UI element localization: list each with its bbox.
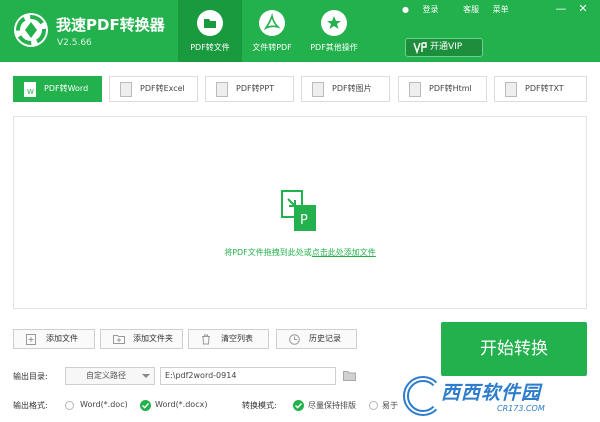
add-file-icon — [26, 334, 36, 345]
ppt-file-icon — [216, 82, 228, 97]
watermark: 西西软件园 CR173.COM — [397, 376, 593, 420]
clock-icon — [289, 334, 300, 345]
history-button[interactable]: 历史记录 — [276, 329, 357, 349]
image-file-icon — [312, 82, 324, 97]
mode-edit-radio[interactable] — [369, 401, 378, 410]
app-logo-icon — [14, 13, 48, 47]
format-tab-label: PDF转图片 — [332, 84, 372, 93]
format-tab-label: PDF转TXT — [525, 84, 564, 93]
excel-file-icon — [120, 82, 132, 97]
close-button[interactable]: ✕ — [576, 3, 590, 15]
clear-list-label: 清空列表 — [221, 334, 253, 343]
folder-icon — [197, 10, 223, 36]
format-tab-label: PDF转Html — [429, 84, 472, 93]
word-file-icon: W — [24, 82, 36, 97]
format-tab-ppt[interactable]: PDF转PPT — [205, 76, 294, 102]
format-tab-label: PDF转Word — [44, 84, 89, 93]
start-convert-button[interactable]: 开始转换 — [441, 322, 587, 376]
output-path-input[interactable]: E:\pdf2word-0914 — [160, 367, 336, 385]
add-folder-button[interactable]: 添加文件夹 — [100, 329, 183, 349]
login-link[interactable]: ● 登录 — [402, 4, 450, 15]
mode-edit-label: 易于 — [382, 401, 398, 410]
output-dir-label: 输出目录: — [13, 372, 48, 381]
chevron-down-icon — [142, 374, 150, 378]
tab-label: PDF其他操作 — [310, 43, 358, 52]
format-tab-label: PDF转PPT — [236, 84, 275, 93]
app-title: 我速PDF转换器 — [56, 16, 165, 34]
format-doc-label: Word(*.doc) — [80, 400, 128, 409]
clear-list-button[interactable]: 清空列表 — [188, 329, 269, 349]
format-tab-label: PDF转Excel — [140, 84, 185, 93]
add-file-link[interactable]: 点击此处添加文件 — [312, 248, 376, 257]
check-icon — [142, 403, 150, 409]
add-file-label: 添加文件 — [46, 334, 78, 343]
file-drop-area[interactable]: P 将PDF文件拖拽到此处或点击此处添加文件 — [13, 116, 587, 309]
drop-hint-text: 将PDF文件拖拽到此处或 — [224, 248, 312, 257]
format-docx-label: Word(*.docx) — [155, 400, 208, 409]
pdf-convert-icon: P — [281, 190, 316, 231]
html-file-icon — [409, 82, 421, 97]
svg-text:P: P — [300, 213, 308, 228]
title-bar: 我速PDF转换器 V2.5.66 PDF转文件 文件转PDF PDF其他操作 ●… — [0, 0, 600, 62]
add-folder-icon — [113, 335, 125, 344]
vip-button[interactable]: 开通VIP — [405, 38, 483, 57]
service-link[interactable]: 客服 — [463, 4, 479, 15]
watermark-logo-icon — [402, 376, 438, 416]
menu-link[interactable]: 菜单 — [493, 4, 509, 15]
format-tab-image[interactable]: PDF转图片 — [301, 76, 390, 102]
path-mode-value: 自定义路径 — [86, 371, 126, 380]
format-docx-radio[interactable] — [140, 400, 151, 411]
txt-file-icon — [505, 82, 517, 97]
add-file-button[interactable]: 添加文件 — [13, 329, 95, 349]
check-icon — [295, 403, 303, 409]
vip-label: 开通VIP — [430, 42, 463, 52]
path-mode-select[interactable]: 自定义路径 — [65, 367, 155, 385]
output-format-label: 输出格式: — [13, 401, 48, 410]
svg-text:W: W — [27, 88, 34, 96]
app-version: V2.5.66 — [57, 38, 92, 48]
star-icon — [321, 10, 347, 36]
watermark-text: 西西软件园 — [441, 382, 542, 404]
drop-hint: 将PDF文件拖拽到此处或点击此处添加文件 — [14, 247, 586, 258]
browse-folder-icon[interactable] — [343, 370, 356, 381]
vip-icon — [413, 42, 427, 54]
add-folder-label: 添加文件夹 — [133, 334, 173, 343]
tab-pdf-other[interactable]: PDF其他操作 — [302, 0, 366, 62]
format-tab-word[interactable]: W PDF转Word — [13, 76, 102, 102]
history-label: 历史记录 — [309, 334, 341, 343]
mode-layout-radio[interactable] — [293, 400, 304, 411]
trash-icon — [202, 334, 210, 345]
minimize-button[interactable]: — — [554, 3, 568, 15]
user-icon: ● — [402, 5, 409, 14]
format-tab-excel[interactable]: PDF转Excel — [109, 76, 198, 102]
format-doc-radio[interactable] — [65, 401, 74, 410]
top-links: ● 登录 客服 菜单 — [402, 4, 520, 15]
format-tab-txt[interactable]: PDF转TXT — [494, 76, 587, 102]
watermark-url: CR173.COM — [497, 404, 545, 413]
convert-mode-label: 转换模式: — [242, 401, 277, 410]
format-tab-html[interactable]: PDF转Html — [398, 76, 487, 102]
mode-layout-label: 尽量保持排版 — [308, 401, 356, 410]
pdf-icon — [259, 10, 285, 36]
